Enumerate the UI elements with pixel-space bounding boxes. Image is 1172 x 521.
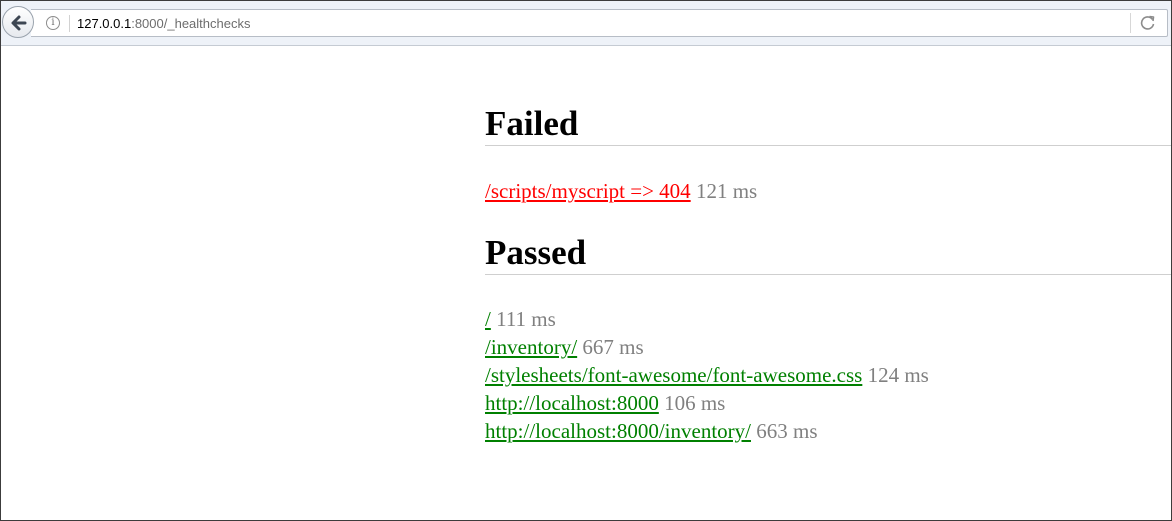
response-time: 106 ms [664,391,726,415]
passed-heading: Passed [485,233,1171,275]
address-bar[interactable]: i 127.0.0.1:8000/_healthchecks [31,9,1168,37]
url-host: 127.0.0.1 [77,16,132,31]
response-time: 121 ms [695,179,758,203]
failed-check-item: /scripts/myscript => 404 121 ms [485,177,757,205]
passed-check-item: http://localhost:8000/inventory/ 663 ms [485,417,929,445]
check-link[interactable]: /stylesheets/font-awesome/font-awesome.c… [485,363,862,387]
passed-list: / 111 ms/inventory/ 667 ms/stylesheets/f… [485,305,929,445]
url-text[interactable]: 127.0.0.1:8000/_healthchecks [77,15,250,32]
failed-list: /scripts/myscript => 404 121 ms [485,177,757,205]
passed-check-item: /inventory/ 667 ms [485,333,929,361]
url-separator [69,15,70,32]
reload-separator [1130,13,1131,33]
response-time: 124 ms [867,363,929,387]
back-button[interactable] [2,6,34,38]
check-link[interactable]: http://localhost:8000/inventory/ [485,419,751,443]
response-time: 663 ms [756,419,818,443]
check-link[interactable]: /scripts/myscript => 404 [485,179,691,203]
passed-check-item: / 111 ms [485,305,929,333]
failed-heading: Failed [485,104,1171,146]
page-content: Failed /scripts/myscript => 404 121 ms P… [1,46,1171,520]
check-link[interactable]: / [485,307,491,331]
reload-button[interactable] [1139,14,1157,32]
url-path: :8000/_healthchecks [131,16,251,31]
passed-check-item: http://localhost:8000 106 ms [485,389,929,417]
response-time: 667 ms [582,335,644,359]
response-time: 111 ms [496,307,556,331]
passed-check-item: /stylesheets/font-awesome/font-awesome.c… [485,361,929,389]
info-icon[interactable]: i [46,16,60,30]
reload-icon [1140,15,1155,30]
arrow-left-icon [11,15,27,31]
check-link[interactable]: /inventory/ [485,335,577,359]
browser-window: i 127.0.0.1:8000/_healthchecks Failed /s… [0,0,1172,521]
check-link[interactable]: http://localhost:8000 [485,391,659,415]
browser-toolbar: i 127.0.0.1:8000/_healthchecks [1,1,1171,46]
